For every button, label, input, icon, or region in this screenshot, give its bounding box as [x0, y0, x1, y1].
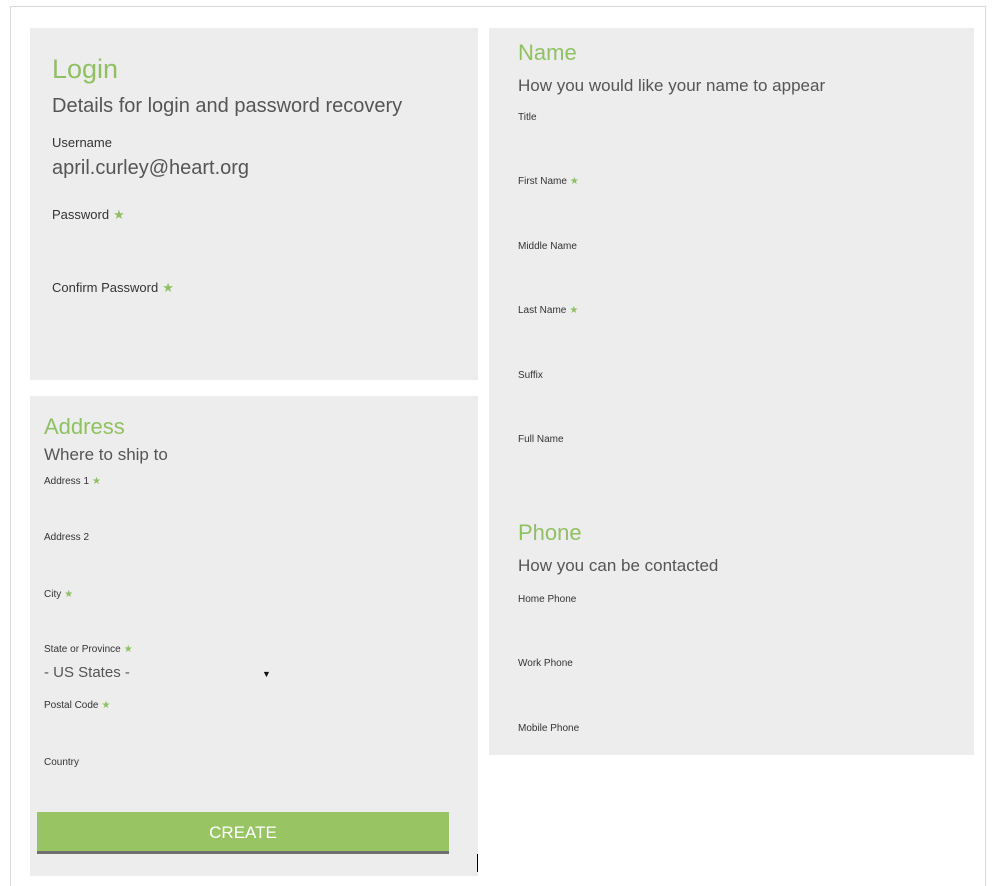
postal-code-input[interactable] — [44, 714, 444, 746]
state-label: State or Province ★ — [44, 644, 133, 655]
confirm-password-label-text: Confirm Password — [52, 280, 159, 295]
confirm-password-input[interactable] — [52, 301, 452, 341]
required-star-icon: ★ — [64, 589, 74, 600]
username-label: Username — [52, 135, 112, 150]
first-name-label-text: First Name — [518, 176, 567, 187]
address-heading: Address — [44, 414, 125, 439]
title-input[interactable] — [518, 126, 938, 166]
phone-subheading: How you can be contacted — [518, 556, 719, 575]
city-input[interactable] — [44, 603, 444, 635]
first-name-input[interactable] — [518, 190, 938, 230]
password-label: Password ★ — [52, 207, 125, 223]
required-star-icon: ★ — [123, 644, 133, 655]
username-value[interactable]: april.curley@heart.org — [52, 157, 249, 180]
state-selected-value: - US States - — [44, 664, 130, 681]
password-label-text: Password — [52, 207, 110, 222]
name-heading: Name — [518, 40, 577, 65]
login-panel: Login Details for login and password rec… — [30, 28, 478, 380]
state-label-text: State or Province — [44, 644, 121, 655]
required-star-icon: ★ — [113, 207, 125, 222]
work-phone-label: Work Phone — [518, 658, 573, 669]
address1-label: Address 1 ★ — [44, 476, 101, 487]
home-phone-input[interactable] — [518, 608, 938, 648]
country-label: Country — [44, 757, 80, 768]
full-name-label: Full Name — [518, 434, 564, 445]
country-input[interactable] — [44, 771, 444, 803]
mobile-phone-input[interactable] — [518, 737, 938, 753]
first-name-label: First Name ★ — [518, 176, 579, 187]
state-select[interactable]: - US States - ▼ — [44, 664, 274, 686]
work-phone-input[interactable] — [518, 672, 938, 712]
last-name-label: Last Name ★ — [518, 305, 578, 316]
address2-label: Address 2 — [44, 532, 90, 543]
create-button[interactable]: CREATE — [37, 812, 449, 854]
address1-label-text: Address 1 — [44, 476, 90, 487]
address1-input[interactable] — [44, 490, 444, 522]
login-heading: Login — [52, 54, 119, 84]
phone-heading: Phone — [518, 520, 582, 545]
required-star-icon: ★ — [569, 305, 579, 316]
required-star-icon: ★ — [569, 176, 579, 187]
text-cursor — [477, 854, 478, 872]
required-star-icon: ★ — [101, 700, 111, 711]
middle-name-label: Middle Name — [518, 241, 577, 252]
required-star-icon: ★ — [92, 476, 101, 487]
title-label: Title — [518, 112, 537, 123]
last-name-label-text: Last Name — [518, 305, 567, 316]
dropdown-caret-icon: ▼ — [262, 669, 271, 679]
full-name-input[interactable] — [518, 448, 938, 488]
city-label-text: City — [44, 589, 62, 600]
password-input[interactable] — [52, 228, 452, 268]
address-panel: Address Where to ship to Address 1 ★ Addr… — [30, 396, 478, 876]
city-label: City ★ — [44, 589, 73, 600]
home-phone-label: Home Phone — [518, 594, 577, 605]
address-subheading: Where to ship to — [44, 445, 168, 464]
last-name-input[interactable] — [518, 319, 938, 359]
mobile-phone-label: Mobile Phone — [518, 723, 580, 734]
required-star-icon: ★ — [162, 280, 174, 295]
login-subheading: Details for login and password recovery — [52, 95, 403, 117]
postal-code-label: Postal Code ★ — [44, 700, 110, 711]
middle-name-input[interactable] — [518, 255, 938, 295]
name-panel: Name How you would like your name to app… — [489, 28, 974, 755]
suffix-input[interactable] — [518, 384, 938, 424]
suffix-label: Suffix — [518, 370, 543, 381]
address2-input[interactable] — [44, 546, 444, 578]
confirm-password-label: Confirm Password ★ — [52, 280, 174, 296]
postal-code-label-text: Postal Code — [44, 700, 99, 711]
name-subheading: How you would like your name to appear — [518, 76, 826, 95]
